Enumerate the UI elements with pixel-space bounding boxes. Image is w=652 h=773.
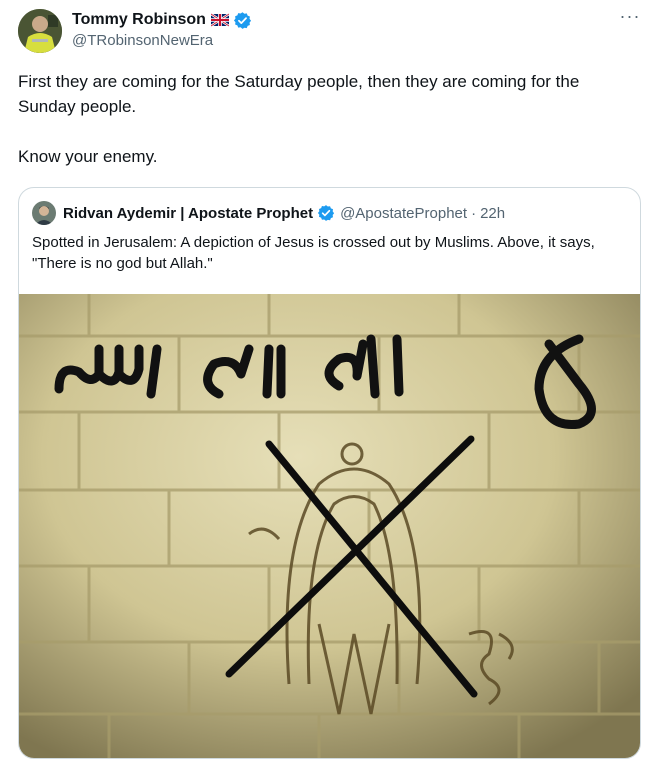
- quoted-timestamp[interactable]: 22h: [480, 205, 505, 222]
- verified-badge-icon[interactable]: [233, 11, 252, 30]
- author-handle[interactable]: @TRobinsonNewEra: [72, 31, 213, 51]
- quoted-display-name[interactable]: Ridvan Aydemir | Apostate Prophet: [63, 205, 313, 222]
- author-name-row: Tommy Robinson: [72, 10, 252, 30]
- quoted-handle: @ApostateProphet: [340, 204, 468, 222]
- tweet-text: First they are coming for the Saturday p…: [18, 72, 580, 166]
- quoted-author-avatar[interactable]: [32, 201, 56, 225]
- graffiti-wall-image: [19, 294, 640, 758]
- uk-flag-icon: [210, 13, 230, 27]
- quoted-tweet[interactable]: Ridvan Aydemir | Apostate Prophet @Apost…: [18, 187, 641, 759]
- more-options-button[interactable]: ···: [618, 7, 642, 30]
- quoted-header: Ridvan Aydemir | Apostate Prophet @Apost…: [63, 203, 505, 223]
- verified-badge-icon: [317, 204, 335, 222]
- quoted-tweet-text: Spotted in Jerusalem: A depiction of Jes…: [32, 234, 595, 272]
- quoted-photo[interactable]: [19, 294, 640, 758]
- separator-dot: ·: [471, 204, 477, 222]
- author-display-name[interactable]: Tommy Robinson: [72, 10, 206, 30]
- tweet: Tommy Robinson @TRobinsonNewEra ··· Firs…: [0, 0, 652, 773]
- author-avatar[interactable]: [18, 9, 62, 53]
